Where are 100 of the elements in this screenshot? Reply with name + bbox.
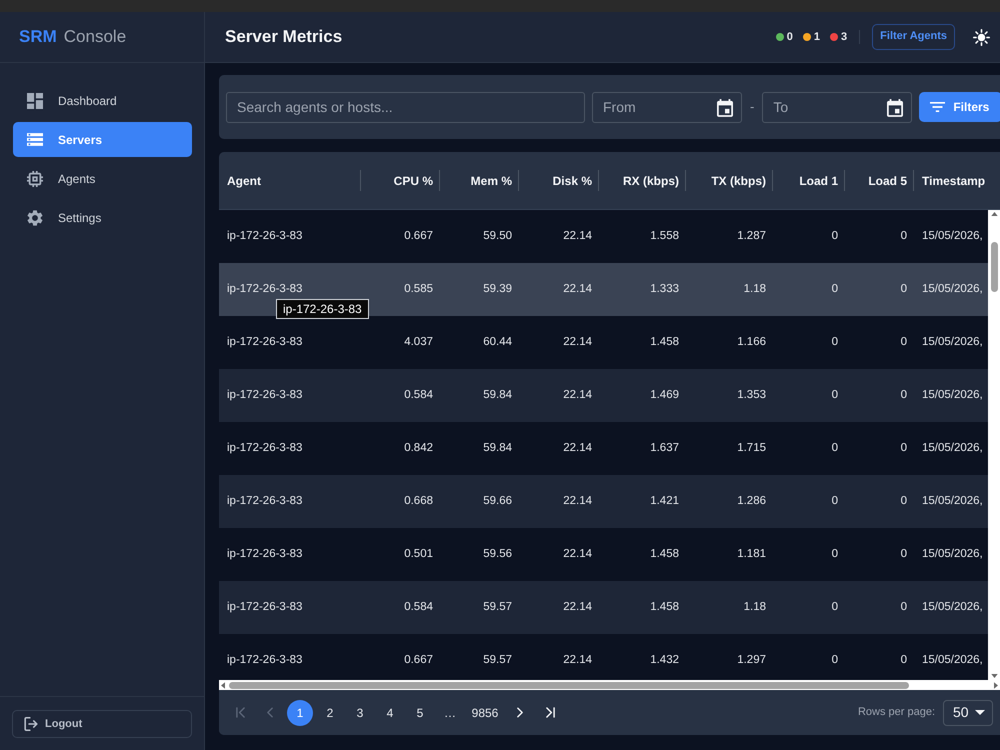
metric-value: 0 [900,652,907,668]
scroll-left-arrow-icon[interactable] [221,682,225,688]
filters-button[interactable]: Filters [919,92,1000,122]
metric-value: 22.14 [563,282,592,297]
page-button[interactable]: 1 [287,700,313,726]
date-range-separator: - [749,98,756,116]
tooltip: ip-172-26-3-83 [276,299,369,319]
page-title: Server Metrics [225,26,342,48]
calendar-icon[interactable] [887,98,904,116]
column-header[interactable]: Load 5 [868,172,907,190]
column-header[interactable]: Agent [227,172,261,190]
brand-name: Console [64,26,126,48]
to-date-field[interactable]: To [762,92,912,122]
metric-value: 4.037 [404,334,433,350]
host-name: ip-172-26-3-83 [227,228,302,244]
metric-value: 0 [900,228,907,244]
pagination-ellipsis: … [443,704,457,722]
metric-value: 1.286 [737,494,766,509]
metric-value: 0.842 [404,440,433,456]
host-name: ip-172-26-3-83 [227,546,302,562]
timestamp-text: 15/05/2026, [922,652,983,668]
metric-value: 1.287 [737,228,766,244]
metric-value: 0 [832,652,838,668]
host-name: ip-172-26-3-83 [227,388,302,403]
chip-icon [27,170,43,186]
page-button[interactable]: 9856 [467,700,503,726]
metric-value: 0 [900,388,907,403]
from-date-field[interactable]: From [592,92,742,122]
metric-value: 22.14 [563,494,592,509]
column-header[interactable]: TX (kbps) [711,172,766,190]
metric-value: 0 [832,228,838,244]
metric-value: 22.14 [563,546,592,562]
scroll-right-arrow-icon[interactable] [994,682,998,688]
metric-value: 22.14 [563,334,592,350]
metric-value: 59.39 [483,282,512,297]
table-row[interactable]: ip-172-26-3-83 0.668 59.66 22.14 1.421 1.286 0 0 15/05/2026, [219,475,988,528]
timestamp-text: 15/05/2026, [922,546,983,562]
metric-value: 0.584 [404,388,433,403]
search-field[interactable]: Search agents or hosts... [226,92,585,122]
column-header[interactable]: CPU % [394,172,433,190]
sun-icon[interactable] [973,28,990,46]
column-header[interactable]: Disk % [552,172,592,190]
timestamp-text: 15/05/2026, [922,334,983,350]
vertical-scrollbar[interactable] [988,210,1000,680]
metric-value: 1.18 [744,282,766,297]
page-button[interactable]: 5 [407,700,433,726]
column-header[interactable]: RX (kbps) [622,172,679,190]
page-button[interactable]: 4 [377,700,403,726]
sidebar-item[interactable]: Dashboard [13,83,192,118]
scroll-up-arrow-icon[interactable] [990,212,998,216]
metric-value: 0.585 [404,282,433,297]
timestamp-text: 15/05/2026, [922,388,983,403]
scroll-down-arrow-icon[interactable] [990,674,998,678]
sidebar-item[interactable]: Agents [13,161,192,196]
logout-button[interactable]: Logout [12,710,192,738]
metric-value: 1.458 [650,600,679,615]
horizontal-scrollbar[interactable] [219,680,1000,690]
metric-value: 1.353 [737,388,766,403]
metric-value: 1.558 [650,228,679,244]
metric-value: 1.166 [737,334,766,350]
metric-value: 0 [900,600,907,615]
next-page-icon[interactable] [517,707,523,718]
column-header[interactable]: Timestamp [922,172,986,190]
sidebar-item[interactable]: Servers [13,122,192,157]
metric-value: 0 [832,334,838,350]
calendar-icon[interactable] [717,98,733,116]
metric-value: 0 [832,440,838,456]
metric-value: 22.14 [563,388,592,403]
table-row[interactable]: ip-172-26-3-83 0.584 59.57 22.14 1.458 1.18 0 0 15/05/2026, [219,581,988,634]
metric-value: 0 [832,546,838,562]
sidebar-item[interactable]: Settings [13,200,192,235]
timestamp-text: 15/05/2026, [922,494,983,509]
page-button[interactable]: 2 [317,700,343,726]
metric-value: 0.667 [404,228,433,244]
metric-value: 0 [900,334,907,350]
timestamp-text: 15/05/2026, [922,282,983,297]
scrollbar-thumb[interactable] [229,682,909,688]
column-header[interactable]: Mem % [470,172,512,190]
rows-per-page-label: Rows per page: [858,705,935,720]
rows-per-page-select[interactable]: 50 [943,700,993,726]
status-count: 3 [841,30,848,45]
page-button[interactable]: 3 [347,700,373,726]
settings-icon [27,210,43,226]
filter-agents-button[interactable]: Filter Agents [872,24,955,50]
metric-value: 1.421 [650,494,679,509]
metric-value: 1.637 [650,440,679,456]
host-name: ip-172-26-3-83 [227,652,302,668]
metric-value: 1.333 [650,282,679,297]
metric-value: 0 [900,546,907,562]
metric-value: 1.432 [650,652,679,668]
metric-value: 1.715 [737,440,766,456]
metric-value: 22.14 [563,228,592,244]
column-header[interactable]: Load 1 [799,172,838,190]
status-count: 0 [786,30,793,45]
scrollbar-thumb[interactable] [990,242,998,292]
last-page-icon[interactable] [546,707,554,718]
caret-down-icon [974,710,985,715]
table-row[interactable]: ip-172-26-3-83 0.584 59.84 22.14 1.469 1.353 0 0 15/05/2026, [219,369,988,422]
metric-value: 1.469 [650,388,679,403]
metric-value: 59.84 [483,440,512,456]
